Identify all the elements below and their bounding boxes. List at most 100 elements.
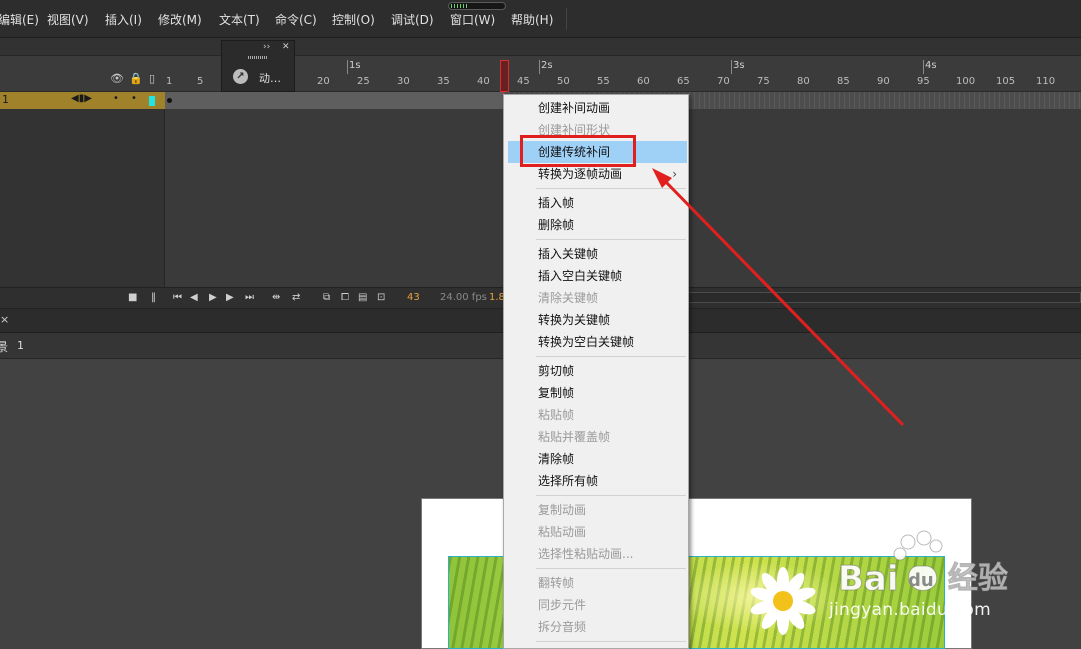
- ctx-create-motion-tween[interactable]: 创建补间动画: [508, 97, 687, 119]
- second-marker: 4s: [925, 60, 937, 71]
- frame-tick: 35: [437, 76, 450, 87]
- layer-nav-icon[interactable]: ◀▮▶: [71, 93, 92, 104]
- ctx-convert-to-keyframe[interactable]: 转换为关键帧: [508, 309, 687, 331]
- menu-window[interactable]: 窗口(W): [450, 11, 495, 28]
- frame-rate[interactable]: 24.00 fps: [440, 292, 487, 303]
- split-icon[interactable]: ‖: [151, 292, 156, 303]
- layer-color-swatch[interactable]: [149, 96, 155, 106]
- ctx-remove-frames[interactable]: 删除帧: [508, 214, 687, 236]
- panel-grip[interactable]: [248, 56, 268, 59]
- frame-tick: 100: [956, 76, 976, 87]
- frame-tick: 25: [357, 76, 370, 87]
- panel-label[interactable]: 动…: [259, 70, 281, 86]
- ctx-synchronize-symbols[interactable]: 同步元件: [508, 594, 687, 616]
- ctx-reverse-frames[interactable]: 翻转帧: [508, 572, 687, 594]
- ctx-select-all-frames[interactable]: 选择所有帧: [508, 470, 687, 492]
- second-marker: 3s: [733, 60, 745, 71]
- ctx-paste-and-overwrite-frames[interactable]: 粘贴并覆盖帧: [508, 426, 687, 448]
- step-forward-icon[interactable]: ▶: [226, 292, 234, 303]
- ctx-paste-motion[interactable]: 粘贴动画: [508, 521, 687, 543]
- onion-outline-icon[interactable]: ⧠: [341, 292, 349, 303]
- close-tab-icon[interactable]: ×: [0, 313, 9, 326]
- menu-debug[interactable]: 调试(D): [391, 11, 434, 28]
- frame-tick: 90: [877, 76, 890, 87]
- second-line: [731, 60, 732, 74]
- ctx-paste-motion-special[interactable]: 选择性粘贴动画...: [508, 543, 687, 565]
- modify-markers-icon[interactable]: ⊡: [377, 292, 385, 303]
- camera-icon[interactable]: ■: [128, 292, 137, 303]
- menu-divider: [566, 8, 567, 30]
- watermark-url: jingyan.baidu.com: [829, 600, 991, 620]
- menu-modify[interactable]: 修改(M): [158, 11, 202, 28]
- svg-text:Bai: Bai: [838, 559, 899, 599]
- timeline-scrollbar[interactable]: [688, 292, 1081, 303]
- menu-insert[interactable]: 插入(I): [105, 11, 142, 28]
- timeline-ruler[interactable]: 👁 🔒 ▯ 1s 2s 3s 4s 1 5 20 25 30 35 40 45 …: [0, 56, 1081, 92]
- step-back-icon[interactable]: ◀: [190, 292, 198, 303]
- menu-commands[interactable]: 命令(C): [275, 11, 317, 28]
- lock-icon[interactable]: 🔒: [129, 72, 143, 85]
- ctx-insert-frame[interactable]: 插入帧: [508, 192, 687, 214]
- scene-number[interactable]: 1: [17, 339, 24, 352]
- frame-tick: 40: [477, 76, 490, 87]
- cpu-meter: [448, 2, 506, 10]
- menu-separator: [536, 188, 686, 189]
- keyframe[interactable]: [167, 98, 172, 103]
- frame-tick: 60: [637, 76, 650, 87]
- frame-tick: 75: [757, 76, 770, 87]
- layer-name: 1: [2, 93, 9, 106]
- second-marker: 1s: [349, 60, 361, 71]
- menu-separator: [536, 239, 686, 240]
- frame-tick: 110: [1036, 76, 1056, 87]
- ctx-split-audio[interactable]: 拆分音频: [508, 616, 687, 638]
- frame-tick: 20: [317, 76, 330, 87]
- annotation-highlight-box: [520, 135, 636, 167]
- ctx-copy-frames[interactable]: 复制帧: [508, 382, 687, 404]
- play-icon[interactable]: ▶: [209, 292, 217, 303]
- menu-help[interactable]: 帮助(H): [511, 11, 553, 28]
- frame-tick: 30: [397, 76, 410, 87]
- motion-arrow-icon[interactable]: ↗: [233, 69, 248, 84]
- menu-separator: [536, 356, 686, 357]
- outline-icon[interactable]: ▯: [149, 72, 155, 85]
- frame-tick: 5: [197, 76, 204, 87]
- menu-separator: [536, 495, 686, 496]
- ctx-copy-motion[interactable]: 复制动画: [508, 499, 687, 521]
- layer-lock-dot-icon[interactable]: •: [131, 93, 137, 104]
- menu-edit[interactable]: 编辑(E): [0, 11, 39, 28]
- daisy-image: [750, 567, 816, 635]
- menu-text[interactable]: 文本(T): [219, 11, 260, 28]
- svg-text:du: du: [908, 570, 934, 591]
- ctx-clear-keyframe[interactable]: 清除关键帧: [508, 287, 687, 309]
- onion-skin-icon[interactable]: ⧉: [323, 292, 330, 303]
- frames-span[interactable]: [165, 92, 503, 109]
- ctx-insert-blank-keyframe[interactable]: 插入空白关键帧: [508, 265, 687, 287]
- frame-tick: 80: [797, 76, 810, 87]
- first-frame-icon[interactable]: ⏮: [173, 292, 182, 303]
- frame-tick: 85: [837, 76, 850, 87]
- ctx-insert-keyframe[interactable]: 插入关键帧: [508, 243, 687, 265]
- close-icon[interactable]: ✕: [282, 42, 290, 52]
- frame-tick: 55: [597, 76, 610, 87]
- edit-multiple-icon[interactable]: ▤: [358, 292, 367, 303]
- eye-icon[interactable]: 👁: [110, 72, 124, 85]
- current-frame[interactable]: 43: [407, 292, 420, 303]
- motion-presets-panel: ›› ✕ ↗ 动…: [221, 40, 295, 92]
- ctx-cut-frames[interactable]: 剪切帧: [508, 360, 687, 382]
- ctx-item-label: 转换为逐帧动画: [538, 167, 623, 181]
- layers-panel: [0, 109, 165, 287]
- expand-icon[interactable]: ››: [263, 42, 270, 52]
- menu-control[interactable]: 控制(O): [332, 11, 375, 28]
- layer-row[interactable]: 1 ◀▮▶ • •: [0, 92, 165, 109]
- playhead[interactable]: [500, 60, 509, 92]
- center-frame-icon[interactable]: ⇹: [272, 292, 280, 303]
- ctx-convert-to-blank-keyframe[interactable]: 转换为空白关键帧: [508, 331, 687, 353]
- menu-view[interactable]: 视图(V): [47, 11, 89, 28]
- loop-icon[interactable]: ⇄: [292, 292, 300, 303]
- ctx-paste-frames[interactable]: 粘贴帧: [508, 404, 687, 426]
- menu-separator: [536, 568, 686, 569]
- ctx-clear-frames[interactable]: 清除帧: [508, 448, 687, 470]
- second-line: [347, 60, 348, 74]
- last-frame-icon[interactable]: ⏭: [245, 292, 254, 303]
- layer-visible-dot-icon[interactable]: •: [113, 93, 119, 104]
